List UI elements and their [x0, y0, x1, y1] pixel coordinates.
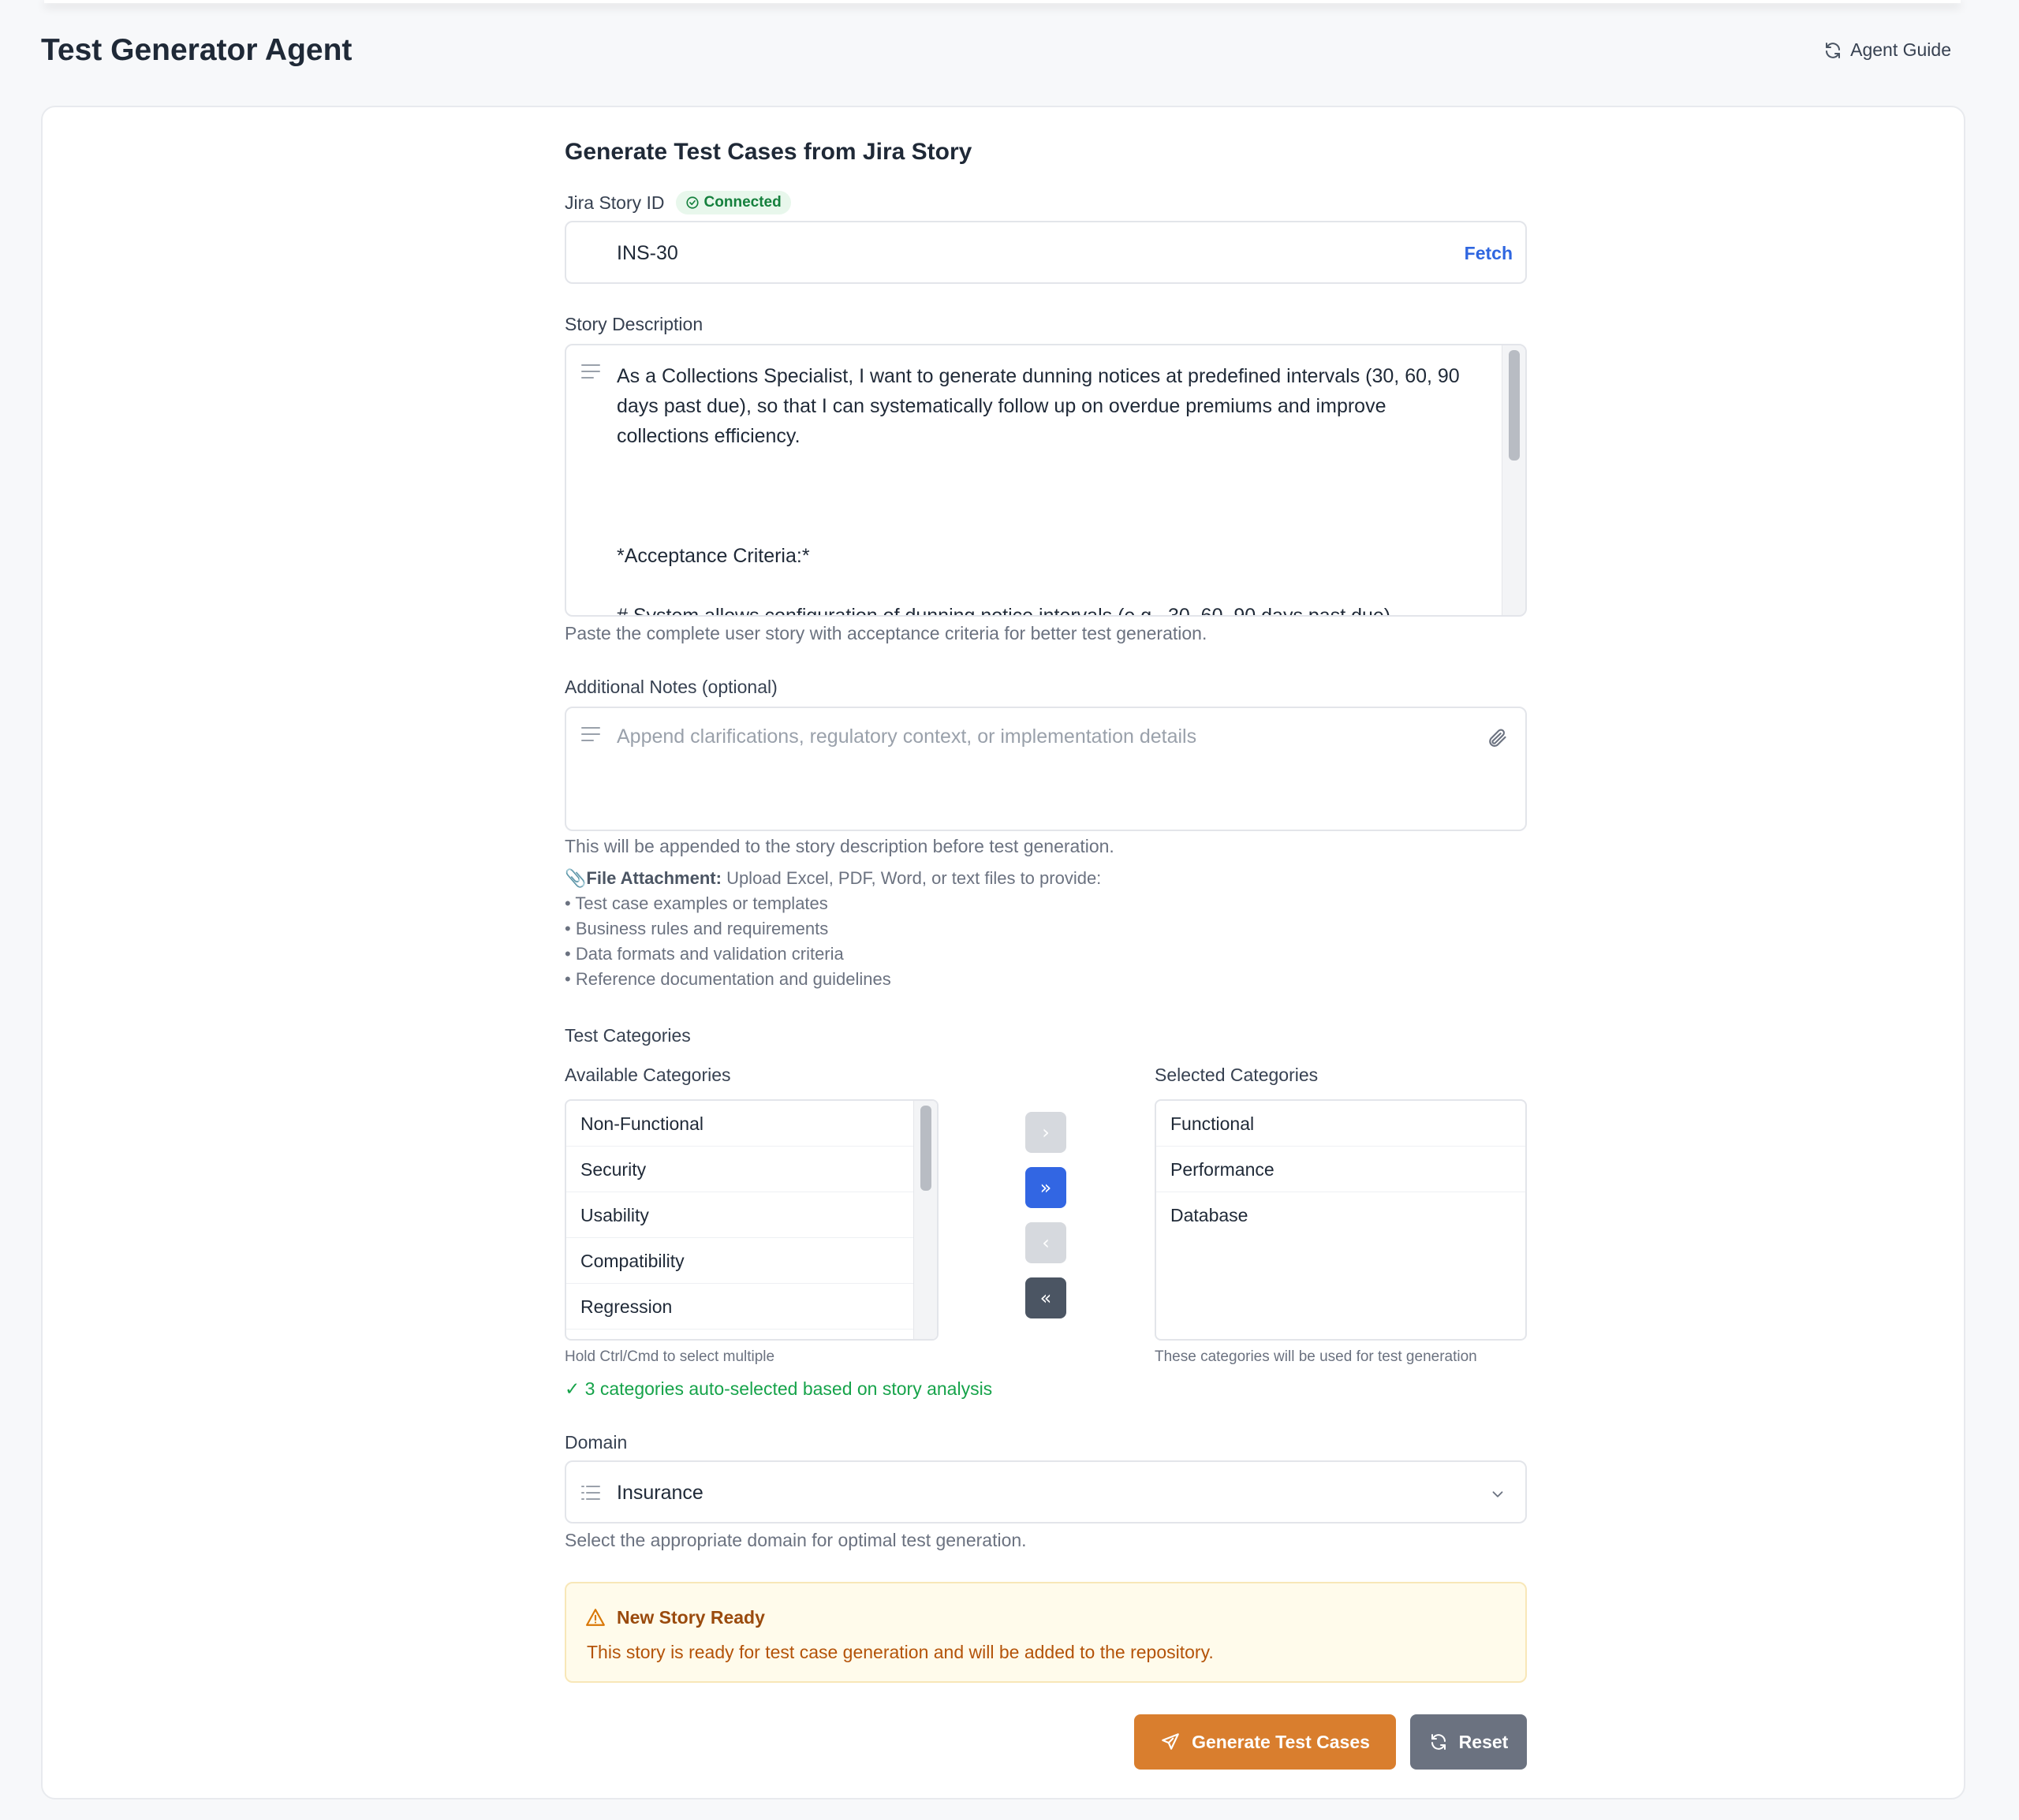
generate-test-cases-button[interactable]: Generate Test Cases: [1134, 1714, 1396, 1770]
selected-categories-label: Selected Categories: [1155, 1065, 1319, 1085]
jira-label-row: Jira Story ID Connected: [565, 191, 791, 214]
selected-categories-list[interactable]: Functional Performance Database: [1155, 1099, 1527, 1341]
list-icon: [581, 1486, 600, 1500]
selected-categories-helper: These categories will be used for test g…: [1155, 1348, 1477, 1365]
available-categories-label: Available Categories: [565, 1065, 731, 1085]
move-all-left-button[interactable]: «: [1025, 1277, 1066, 1318]
section-title: Generate Test Cases from Jira Story: [565, 139, 972, 165]
agent-guide-button[interactable]: Agent Guide: [1823, 39, 1951, 61]
alert-body: This story is ready for test case genera…: [587, 1642, 1214, 1662]
connected-status-badge: Connected: [675, 191, 791, 214]
test-categories-label: Test Categories: [565, 1025, 691, 1046]
main-card: Generate Test Cases from Jira Story Jira…: [41, 106, 1965, 1799]
story-description-helper: Paste the complete user story with accep…: [565, 623, 1207, 643]
file-attachment-item: • Reference documentation and guidelines: [565, 969, 891, 989]
story-description-text: As a Collections Specialist, I want to g…: [617, 365, 1460, 617]
selected-category-item[interactable]: Functional: [1156, 1101, 1525, 1147]
fetch-button[interactable]: Fetch: [1465, 243, 1513, 264]
domain-helper: Select the appropriate domain for optima…: [565, 1530, 1027, 1550]
additional-notes-placeholder: Append clarifications, regulatory contex…: [617, 725, 1197, 748]
available-list-scrollbar[interactable]: [913, 1101, 937, 1339]
file-attachment-info: 📎File Attachment: Upload Excel, PDF, Wor…: [565, 866, 1527, 992]
connected-status-text: Connected: [703, 194, 782, 211]
story-description-textarea[interactable]: As a Collections Specialist, I want to g…: [565, 344, 1527, 617]
available-category-item[interactable]: Usability: [566, 1192, 915, 1238]
available-categories-helper: Hold Ctrl/Cmd to select multiple: [565, 1348, 775, 1365]
story-scrollbar-thumb[interactable]: [1509, 350, 1520, 461]
selected-category-item[interactable]: Database: [1156, 1192, 1525, 1238]
available-category-item[interactable]: Non-Functional: [566, 1101, 915, 1147]
new-story-alert: New Story Ready This story is ready for …: [565, 1582, 1527, 1683]
available-category-item[interactable]: Security: [566, 1147, 915, 1192]
file-attachment-title: File Attachment:: [586, 868, 722, 888]
additional-notes-helper: This will be appended to the story descr…: [565, 836, 1114, 856]
story-scrollbar[interactable]: [1502, 345, 1525, 615]
refresh-icon: [1431, 1734, 1446, 1750]
reset-button-label: Reset: [1458, 1731, 1509, 1752]
chevron-down-icon: [1492, 1491, 1503, 1497]
text-lines-icon: [581, 727, 600, 741]
domain-label: Domain: [565, 1432, 628, 1453]
generate-button-label: Generate Test Cases: [1192, 1731, 1370, 1752]
page-title: Test Generator Agent: [41, 33, 353, 67]
check-circle-icon: [685, 196, 699, 209]
reset-button[interactable]: Reset: [1410, 1714, 1527, 1770]
selected-category-item[interactable]: Performance: [1156, 1147, 1525, 1192]
domain-selected-value: Insurance: [617, 1482, 703, 1504]
jira-story-id-value: INS-30: [617, 242, 678, 264]
file-attachment-item: • Data formats and validation criteria: [565, 944, 844, 964]
move-right-button[interactable]: ›: [1025, 1112, 1066, 1153]
send-icon: [1162, 1733, 1179, 1750]
available-categories-list[interactable]: Non-Functional Security Usability Compat…: [565, 1099, 939, 1341]
jira-story-id-input[interactable]: INS-30 Fetch: [565, 221, 1527, 284]
agent-guide-label: Agent Guide: [1850, 39, 1951, 60]
domain-select[interactable]: Insurance: [565, 1460, 1527, 1524]
story-description-label: Story Description: [565, 314, 703, 334]
jira-story-id-label: Jira Story ID: [565, 192, 665, 213]
additional-notes-label: Additional Notes (optional): [565, 677, 778, 697]
warning-triangle-icon: [586, 1609, 605, 1626]
top-bar-shadow: [44, 0, 1961, 3]
file-attachment-item: • Business rules and requirements: [565, 919, 829, 938]
move-left-button[interactable]: ‹: [1025, 1222, 1066, 1263]
text-lines-icon: [581, 364, 600, 379]
file-attachment-intro: Upload Excel, PDF, Word, or text files t…: [726, 868, 1102, 888]
auto-selected-message: ✓ 3 categories auto-selected based on st…: [565, 1378, 993, 1399]
alert-title: New Story Ready: [617, 1607, 765, 1628]
available-category-item[interactable]: Compatibility: [566, 1238, 915, 1284]
file-attachment-line: 📎File Attachment: Upload Excel, PDF, Wor…: [565, 866, 1527, 891]
move-all-right-button[interactable]: »: [1025, 1167, 1066, 1208]
available-list-scrollbar-thumb[interactable]: [920, 1106, 931, 1191]
additional-notes-textarea[interactable]: Append clarifications, regulatory contex…: [565, 707, 1527, 831]
paperclip-emoji-icon: 📎: [565, 868, 587, 888]
file-attachment-item: • Test case examples or templates: [565, 893, 828, 913]
available-category-item[interactable]: Regression: [566, 1284, 915, 1330]
refresh-icon: [1826, 42, 1841, 58]
paperclip-icon[interactable]: [1486, 727, 1508, 749]
